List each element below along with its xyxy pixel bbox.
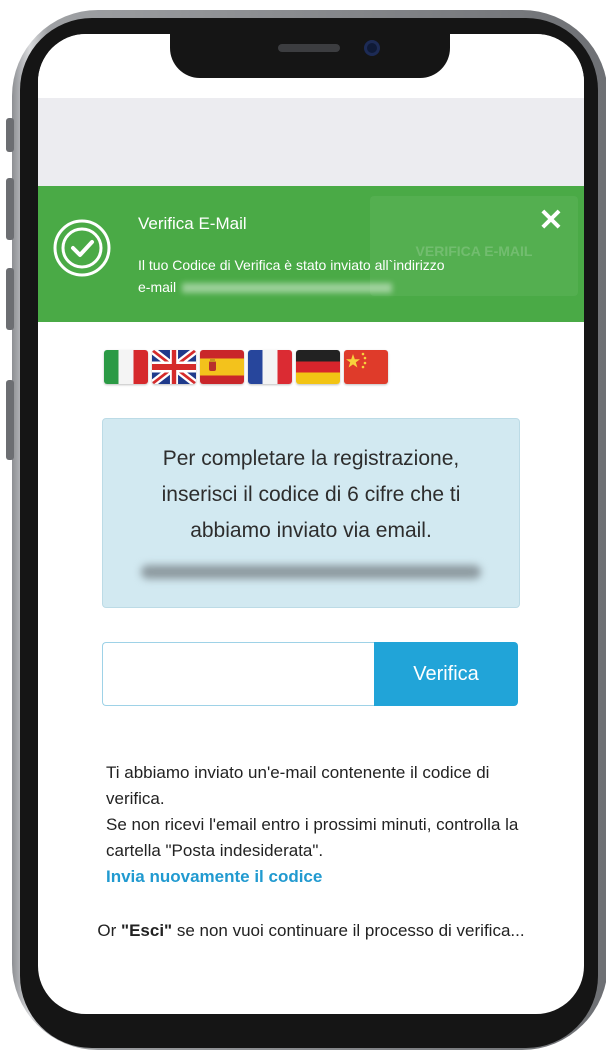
app-header — [38, 98, 584, 186]
main-content: Per completare la registrazione, inseris… — [38, 322, 584, 1014]
phone-volume-down — [6, 268, 14, 330]
redacted-email — [182, 283, 393, 294]
banner-message-line1: Il tuo Codice di Verifica è stato inviat… — [138, 257, 445, 273]
italy-flag-icon[interactable] — [104, 350, 148, 384]
banner-title: Verifica E-Mail — [138, 214, 247, 233]
phone-power-button — [6, 380, 14, 460]
help-text: Ti abbiamo inviato un'e-mail contenente … — [106, 760, 536, 890]
phone-volume-up — [6, 178, 14, 240]
check-circle-icon — [53, 219, 111, 277]
help-text-line1: Ti abbiamo inviato un'e-mail contenente … — [106, 763, 490, 808]
verify-form: Verifica — [102, 642, 518, 708]
phone-notch — [170, 32, 450, 78]
exit-suffix: se non vuoi continuare il processo di ve… — [172, 921, 525, 940]
exit-link[interactable]: "Esci" — [121, 921, 172, 940]
phone-side-button — [6, 118, 14, 152]
verification-code-input[interactable] — [102, 642, 374, 706]
france-flag-icon[interactable] — [248, 350, 292, 384]
china-flag-icon[interactable] — [344, 350, 388, 384]
instruction-text: Per completare la registrazione, inseris… — [161, 447, 461, 542]
language-selector — [104, 350, 388, 384]
speaker-grille — [278, 44, 340, 52]
front-camera-icon — [364, 40, 380, 56]
verify-button[interactable]: Verifica — [374, 642, 518, 706]
germany-flag-icon[interactable] — [296, 350, 340, 384]
spain-flag-icon[interactable] — [200, 350, 244, 384]
banner-message: Il tuo Codice di Verifica è stato inviat… — [138, 254, 538, 298]
phone-screen: VERIFICA E-MAIL Verifica E-Mail Il tuo C… — [38, 34, 584, 1014]
exit-note: Or "Esci" se non vuoi continuare il proc… — [96, 918, 526, 944]
exit-prefix: Or — [97, 921, 122, 940]
redacted-email — [141, 565, 481, 579]
help-text-line2: Se non ricevi l'email entro i prossimi m… — [106, 815, 519, 860]
banner-message-line2: e-mail — [138, 279, 177, 295]
resend-code-link[interactable]: Invia nuovamente il codice — [106, 864, 536, 890]
notification-banner: VERIFICA E-MAIL Verifica E-Mail Il tuo C… — [38, 186, 584, 322]
close-icon[interactable]: ✕ — [536, 206, 566, 236]
instruction-box: Per completare la registrazione, inseris… — [102, 418, 520, 608]
uk-flag-icon[interactable] — [152, 350, 196, 384]
